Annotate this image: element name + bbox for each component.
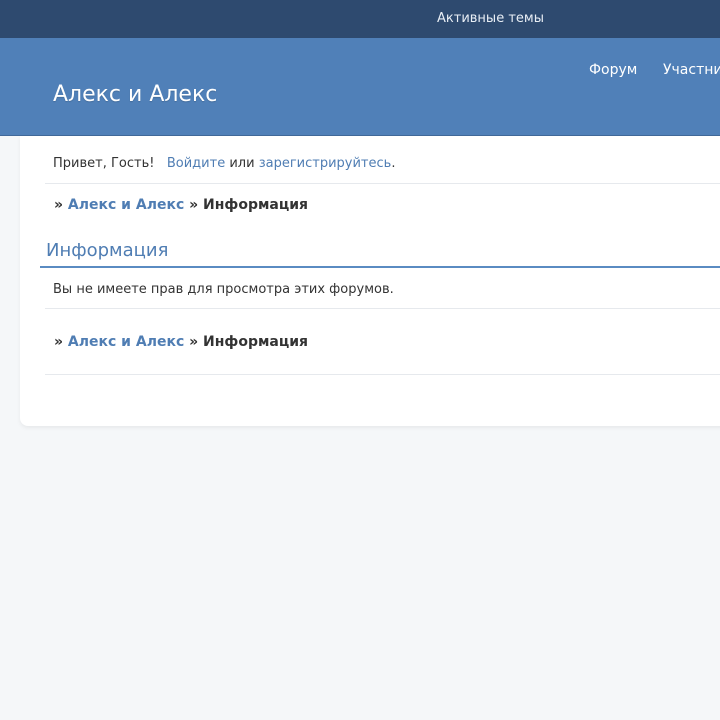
divider <box>45 183 720 184</box>
section-title-underline <box>40 266 720 268</box>
breadcrumb-home-link[interactable]: Алекс и Алекс <box>68 197 184 213</box>
nav-members[interactable]: Участни <box>663 62 720 78</box>
breadcrumb-separator: » <box>189 334 199 350</box>
breadcrumb-top: » Алекс и Алекс » Информация <box>54 197 308 213</box>
nav-forum[interactable]: Форум <box>589 62 637 78</box>
login-link[interactable]: Войдите <box>167 156 225 171</box>
greeting-or: или <box>229 156 255 171</box>
divider <box>45 374 720 375</box>
breadcrumb-current: Информация <box>203 197 309 213</box>
site-header: Алекс и Алекс Форум Участни <box>0 38 720 136</box>
breadcrumb-home-link[interactable]: Алекс и Алекс <box>68 334 184 350</box>
permission-message: Вы не имеете прав для просмотра этих фор… <box>53 282 394 297</box>
divider <box>45 308 720 309</box>
breadcrumb-separator: » <box>54 334 64 350</box>
top-bar: Активные темы <box>0 0 720 38</box>
breadcrumb-current: Информация <box>203 334 309 350</box>
breadcrumb-separator: » <box>54 197 64 213</box>
greeting-period: . <box>391 156 396 171</box>
content-panel: Привет, Гость! Войдите или зарегистрируй… <box>20 136 720 426</box>
guest-greeting: Привет, Гость! Войдите или зарегистрируй… <box>53 156 395 171</box>
greeting-text: Привет, Гость! <box>53 156 155 171</box>
register-link[interactable]: зарегистрируйтесь <box>259 156 392 171</box>
breadcrumb-separator: » <box>189 197 199 213</box>
site-title[interactable]: Алекс и Алекс <box>53 82 217 107</box>
breadcrumb-bottom: » Алекс и Алекс » Информация <box>54 334 308 350</box>
section-title: Информация <box>46 240 169 261</box>
active-topics-link[interactable]: Активные темы <box>437 11 544 26</box>
